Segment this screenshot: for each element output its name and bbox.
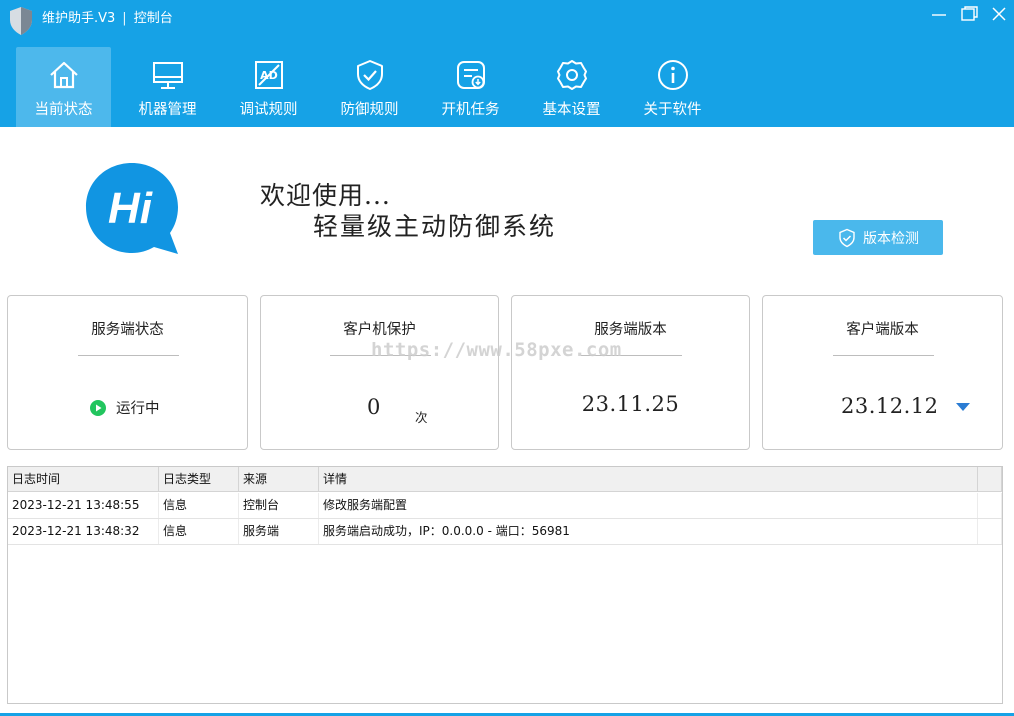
hi-logo: Hi xyxy=(86,163,178,254)
watermark-text: https://www.58pxe.com xyxy=(371,339,622,361)
window-title: 维护助手.V3 | 控制台 xyxy=(42,10,173,28)
shield-check-icon xyxy=(356,60,383,90)
card-divider xyxy=(833,355,934,356)
welcome-subheading: 轻量级主动防御系统 xyxy=(313,212,557,241)
card-title: 服务端版本 xyxy=(594,322,667,338)
server-status-card: 服务端状态 运行中 xyxy=(7,295,248,450)
client-version-value: 23.12.12 xyxy=(841,394,939,418)
window-subtitle: 控制台 xyxy=(133,11,173,26)
tab-label: 防御规则 xyxy=(340,102,399,118)
tab-label: 关于软件 xyxy=(643,102,702,118)
cell-filler xyxy=(978,493,1002,518)
tab-label: 调试规则 xyxy=(239,102,298,118)
table-row[interactable]: 2023-12-21 13:48:55 信息 控制台 修改服务端配置 xyxy=(8,493,1002,519)
minimize-icon[interactable] xyxy=(926,4,954,24)
cell-time: 2023-12-21 13:48:55 xyxy=(8,493,159,518)
tab-about[interactable]: 关于软件 xyxy=(622,47,723,127)
version-check-button[interactable]: 版本检测 xyxy=(813,220,943,255)
server-version-value: 23.11.25 xyxy=(581,392,680,416)
tab-label: 机器管理 xyxy=(138,102,197,118)
cell-filler xyxy=(978,519,1002,544)
main-window: 维护助手.V3 | 控制台 当前状态 机器管理 调试规则 防御规则 开机任务 基… xyxy=(0,0,1014,716)
card-divider xyxy=(78,355,179,356)
tab-label: 当前状态 xyxy=(34,102,93,118)
column-header-source[interactable]: 来源 xyxy=(239,467,319,492)
tab-current-status[interactable]: 当前状态 xyxy=(16,47,111,127)
tab-label: 基本设置 xyxy=(542,102,601,118)
tab-label: 开机任务 xyxy=(441,102,500,118)
running-play-icon xyxy=(90,399,106,416)
cell-detail: 修改服务端配置 xyxy=(319,493,978,518)
shield-logo-icon xyxy=(10,7,32,35)
column-header-detail[interactable]: 详情 xyxy=(319,467,978,492)
tab-debug-rules[interactable]: AD 调试规则 xyxy=(218,47,319,127)
monitor-icon xyxy=(152,62,183,89)
cell-type: 信息 xyxy=(159,519,239,544)
tab-machine-management[interactable]: 机器管理 xyxy=(117,47,218,127)
title-separator: | xyxy=(122,11,127,26)
column-header-filler xyxy=(978,467,1002,492)
app-name: 维护助手.V3 xyxy=(42,11,116,26)
card-title: 服务端状态 xyxy=(91,322,164,338)
maximize-icon[interactable] xyxy=(956,4,984,24)
protection-count: 0 xyxy=(367,395,381,419)
client-protection-card: 客户机保护 0 次 xyxy=(260,295,499,450)
cell-source: 服务端 xyxy=(239,519,319,544)
main-navigation: 当前状态 机器管理 AD 调试规则 xyxy=(16,47,723,127)
close-icon[interactable] xyxy=(986,4,1014,24)
settings-icon xyxy=(556,60,587,90)
title-bar: 维护助手.V3 | 控制台 当前状态 机器管理 调试规则 防御规则 开机任务 基… xyxy=(0,0,1014,127)
cell-time: 2023-12-21 13:48:32 xyxy=(8,519,159,544)
column-header-type[interactable]: 日志类型 xyxy=(159,467,239,492)
client-version-card: 客户端版本 23.12.12 xyxy=(762,295,1003,450)
status-value: 运行中 xyxy=(116,401,160,417)
tab-defense-rules[interactable]: 防御规则 xyxy=(319,47,420,127)
dropdown-arrow-icon[interactable] xyxy=(955,401,971,413)
cell-source: 控制台 xyxy=(239,493,319,518)
task-icon xyxy=(456,61,485,89)
shield-check-icon xyxy=(839,228,855,247)
card-title: 客户机保护 xyxy=(343,322,416,338)
protection-unit: 次 xyxy=(415,410,428,425)
tab-startup-tasks[interactable]: 开机任务 xyxy=(420,47,521,127)
table-row[interactable]: 2023-12-21 13:48:32 信息 服务端 服务端启动成功，IP：0.… xyxy=(8,519,1002,545)
log-table[interactable]: 日志时间 日志类型 来源 详情 2023-12-21 13:48:55 信息 控… xyxy=(7,466,1003,704)
hi-text: Hi xyxy=(108,184,153,233)
card-title: 客户端版本 xyxy=(846,322,919,338)
ad-block-icon: AD xyxy=(254,61,283,89)
version-check-label: 版本检测 xyxy=(863,230,919,247)
cell-detail: 服务端启动成功，IP：0.0.0.0 - 端口：56981 xyxy=(319,519,978,544)
cell-type: 信息 xyxy=(159,493,239,518)
status-indicator: 运行中 xyxy=(90,397,160,418)
server-version-card: 服务端版本 23.11.25 xyxy=(511,295,750,450)
info-icon xyxy=(657,60,688,90)
table-header: 日志时间 日志类型 来源 详情 xyxy=(8,467,1002,492)
tab-basic-settings[interactable]: 基本设置 xyxy=(521,47,622,127)
home-icon xyxy=(49,61,78,89)
column-header-time[interactable]: 日志时间 xyxy=(8,467,159,492)
